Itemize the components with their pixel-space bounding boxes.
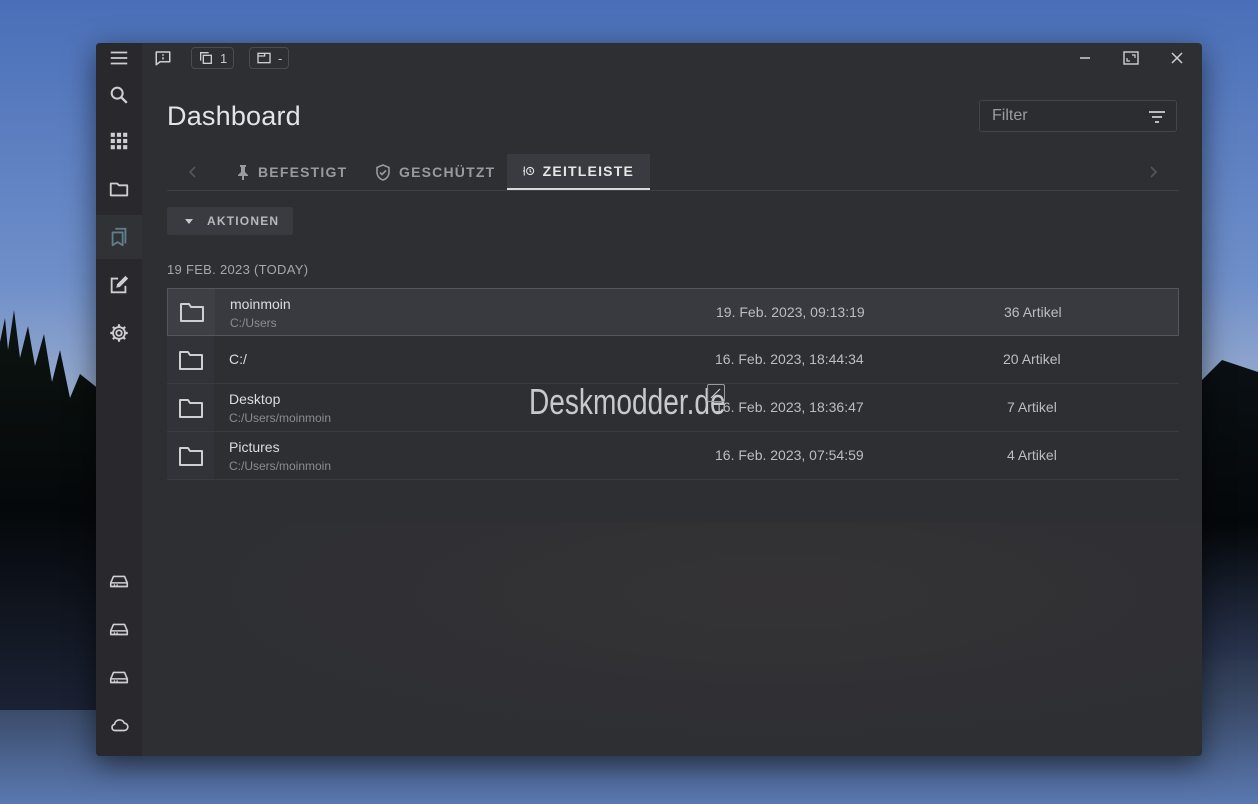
item-name: moinmoin [230, 296, 291, 312]
title-bar: 1 - [142, 43, 1202, 73]
drive-2-button[interactable] [96, 607, 142, 651]
apps-button[interactable] [96, 119, 142, 163]
copy-selection-button[interactable]: 1 [191, 47, 235, 69]
window-panes-icon [257, 52, 271, 64]
item-path: C:/Users [230, 316, 277, 330]
drive-3-button[interactable] [96, 655, 142, 699]
watermark-pen-icon [707, 384, 725, 402]
wallpaper-trees-left [0, 310, 100, 710]
item-date: 16. Feb. 2023, 18:44:34 [715, 351, 864, 367]
sidebar-rail [96, 43, 142, 756]
item-count: 7 Artikel [1007, 399, 1057, 415]
item-path: C:/Users/moinmoin [229, 459, 332, 473]
maximize-button[interactable] [1116, 47, 1146, 69]
date-group-heading: 19 FEB. 2023 (TODAY) [167, 262, 309, 277]
tab-label: GESCHÜTZT [399, 164, 496, 180]
copy-count: 1 [220, 50, 228, 66]
panes-value: - [278, 50, 283, 66]
chevron-right-icon [1150, 166, 1158, 178]
drive-icon [109, 575, 129, 588]
apps-grid-icon [110, 132, 128, 150]
item-name: Pictures [229, 439, 280, 455]
menu-icon [110, 51, 128, 65]
tabs-scroll-left[interactable] [183, 162, 203, 182]
item-count: 20 Artikel [1003, 351, 1061, 367]
list-item[interactable]: C:/ 16. Feb. 2023, 18:44:34 20 Artikel [167, 336, 1179, 384]
timeline-list: moinmoin C:/Users 19. Feb. 2023, 09:13:1… [167, 288, 1179, 480]
close-button[interactable] [1162, 47, 1192, 69]
minimize-icon [1080, 57, 1090, 59]
bookmarks-icon [111, 227, 127, 247]
drive-icon [109, 671, 129, 684]
drive-1-button[interactable] [96, 559, 142, 603]
close-icon [1171, 52, 1183, 64]
pin-icon [238, 165, 248, 180]
folders-button[interactable] [96, 167, 142, 211]
minimize-button[interactable] [1070, 47, 1100, 69]
shield-check-icon [376, 163, 390, 181]
filter-input[interactable]: Filter [979, 100, 1177, 132]
filter-placeholder: Filter [992, 107, 1028, 124]
actions-button[interactable]: AKTIONEN [167, 207, 293, 235]
caret-down-icon [185, 218, 193, 224]
timeline-history-icon [523, 166, 535, 176]
folder-icon [178, 398, 203, 418]
cloud-icon [111, 719, 129, 732]
tab-geschuetzt[interactable]: GESCHÜTZT [359, 154, 511, 190]
row-icon-cell [167, 384, 214, 431]
item-date: 19. Feb. 2023, 09:13:19 [716, 304, 865, 320]
item-date: 16. Feb. 2023, 07:54:59 [715, 447, 864, 463]
page-title: Dashboard [167, 101, 301, 131]
list-item[interactable]: Pictures C:/Users/moinmoin 16. Feb. 2023… [167, 432, 1179, 480]
edit-button[interactable] [96, 263, 142, 307]
item-name: C:/ [229, 351, 247, 367]
tab-label: BEFESTIGT [258, 164, 348, 180]
row-icon-cell [167, 336, 214, 383]
actions-label: AKTIONEN [207, 214, 280, 228]
wallpaper-trees-right [1198, 360, 1258, 660]
drive-icon [109, 623, 129, 636]
row-icon-cell [167, 432, 214, 479]
list-item[interactable]: moinmoin C:/Users 19. Feb. 2023, 09:13:1… [167, 288, 1179, 336]
folder-icon [178, 446, 203, 466]
settings-gear-icon [110, 324, 128, 342]
copy-icon [200, 52, 212, 64]
folder-icon [178, 350, 203, 370]
folder-icon [109, 182, 129, 197]
cloud-button[interactable] [96, 703, 142, 747]
item-name: Desktop [229, 391, 281, 407]
chevron-left-icon [188, 166, 196, 178]
feedback-icon [155, 51, 171, 66]
folder-icon [179, 303, 204, 322]
item-path: C:/Users/moinmoin [229, 411, 332, 425]
edit-note-icon [110, 275, 129, 294]
panes-button[interactable]: - [249, 47, 290, 69]
tabs-scroll-right[interactable] [1143, 162, 1163, 182]
dashboard-bookmarks-button[interactable] [96, 215, 142, 259]
row-icon-cell [168, 289, 215, 335]
tab-label: ZEITLEISTE [542, 163, 634, 179]
files-app-window: 1 - Dashboard Filter BEFESTIGT GESCHÜTZT… [96, 43, 1202, 756]
search-icon [110, 86, 128, 104]
filter-icon[interactable] [1148, 109, 1166, 125]
search-button[interactable] [96, 73, 142, 117]
tab-befestigt[interactable]: BEFESTIGT [220, 154, 363, 190]
item-count: 4 Artikel [1007, 447, 1057, 463]
tab-zeitleiste[interactable]: ZEITLEISTE [507, 154, 650, 190]
item-count: 36 Artikel [1004, 304, 1062, 320]
item-date: 16. Feb. 2023, 18:36:47 [715, 399, 864, 415]
list-item[interactable]: Desktop C:/Users/moinmoin 16. Feb. 2023,… [167, 384, 1179, 432]
dashboard-tabs: BEFESTIGT GESCHÜTZT ZEITLEISTE [167, 154, 1179, 191]
maximize-icon [1123, 51, 1139, 65]
settings-button[interactable] [96, 311, 142, 355]
feedback-button[interactable] [154, 47, 172, 69]
